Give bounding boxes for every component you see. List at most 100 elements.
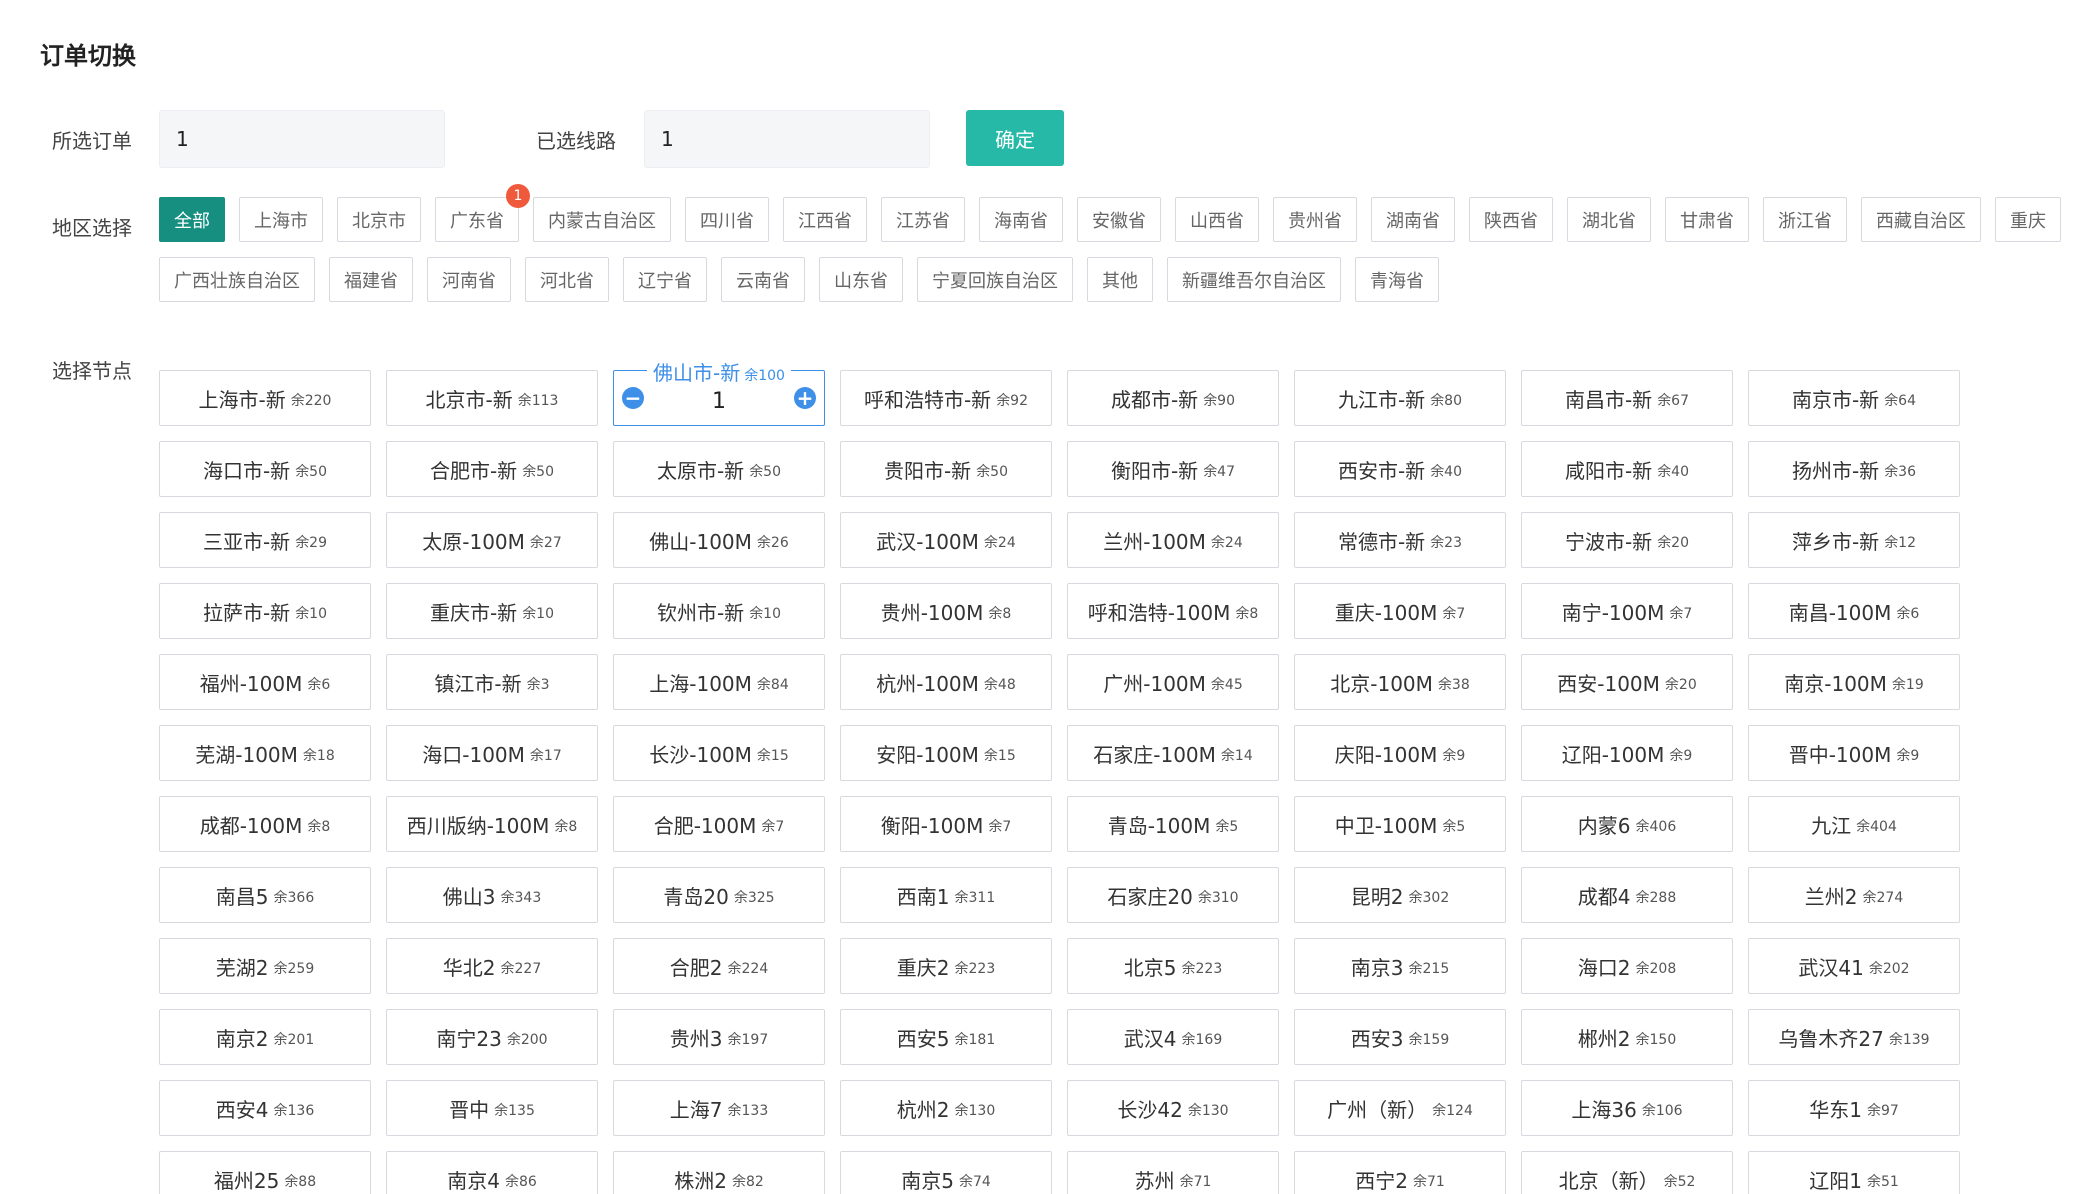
region-tag[interactable]: 内蒙古自治区 [533, 197, 671, 242]
node-item[interactable]: 海口-100M 余17 [386, 725, 598, 781]
region-tag[interactable]: 海南省 [979, 197, 1063, 242]
region-tag[interactable]: 湖北省 [1567, 197, 1651, 242]
node-item[interactable]: 长沙-100M 余15 [613, 725, 825, 781]
node-item[interactable]: 海口市-新 余50 [159, 441, 371, 497]
node-item[interactable]: 三亚市-新 余29 [159, 512, 371, 568]
node-item[interactable]: 辽阳1 余51 [1748, 1151, 1960, 1194]
region-tag[interactable]: 广西壮族自治区 [159, 257, 315, 302]
region-tag[interactable]: 青海省 [1355, 257, 1439, 302]
node-item[interactable]: 南京2 余201 [159, 1009, 371, 1065]
region-tag[interactable]: 重庆 [1995, 197, 2061, 242]
node-item[interactable]: 西宁2 余71 [1294, 1151, 1506, 1194]
region-tag[interactable]: 陕西省 [1469, 197, 1553, 242]
node-item[interactable]: 贵州-100M 余8 [840, 583, 1052, 639]
node-item[interactable]: 中卫-100M 余5 [1294, 796, 1506, 852]
region-tag[interactable]: 新疆维吾尔自治区 [1167, 257, 1341, 302]
node-item[interactable]: 钦州市-新 余10 [613, 583, 825, 639]
node-item[interactable]: 华北2 余227 [386, 938, 598, 994]
region-tag[interactable]: 江西省 [783, 197, 867, 242]
region-tag[interactable]: 河南省 [427, 257, 511, 302]
region-tag[interactable]: 河北省 [525, 257, 609, 302]
region-tag[interactable]: 山西省 [1175, 197, 1259, 242]
node-item[interactable]: 九江 余404 [1748, 796, 1960, 852]
node-item[interactable]: 南昌市-新 余67 [1521, 370, 1733, 426]
region-tag[interactable]: 江苏省 [881, 197, 965, 242]
node-item[interactable]: 贵州3 余197 [613, 1009, 825, 1065]
quantity-value[interactable]: 1 [712, 389, 726, 414]
region-tag[interactable]: 其他 [1087, 257, 1153, 302]
node-item[interactable]: 成都4 余288 [1521, 867, 1733, 923]
node-item[interactable]: 南京4 余86 [386, 1151, 598, 1194]
confirm-button[interactable]: 确定 [966, 110, 1064, 166]
region-tag[interactable]: 安徽省 [1077, 197, 1161, 242]
node-item[interactable]: 武汉-100M 余24 [840, 512, 1052, 568]
node-item[interactable]: 株洲2 余82 [613, 1151, 825, 1194]
node-item[interactable]: 郴州2 余150 [1521, 1009, 1733, 1065]
node-item[interactable]: 合肥-100M 余7 [613, 796, 825, 852]
plus-icon[interactable]: + [794, 387, 816, 409]
node-item[interactable]: 青岛20 余325 [613, 867, 825, 923]
region-tag[interactable]: 西藏自治区 [1861, 197, 1981, 242]
node-item[interactable]: 杭州2 余130 [840, 1080, 1052, 1136]
node-item[interactable]: 内蒙6 余406 [1521, 796, 1733, 852]
node-item[interactable]: 海口2 余208 [1521, 938, 1733, 994]
node-item[interactable]: 太原市-新 余50 [613, 441, 825, 497]
node-item[interactable]: 乌鲁木齐27 余139 [1748, 1009, 1960, 1065]
region-tag[interactable]: 云南省 [721, 257, 805, 302]
node-item[interactable]: 佛山3 余343 [386, 867, 598, 923]
node-item[interactable]: 庆阳-100M 余9 [1294, 725, 1506, 781]
node-item[interactable]: 苏州 余71 [1067, 1151, 1279, 1194]
node-item[interactable]: 上海市-新 余220 [159, 370, 371, 426]
node-item[interactable]: 长沙42 余130 [1067, 1080, 1279, 1136]
node-item[interactable]: 衡阳市-新 余47 [1067, 441, 1279, 497]
node-item[interactable]: 昆明2 余302 [1294, 867, 1506, 923]
node-item[interactable]: 南京-100M 余19 [1748, 654, 1960, 710]
node-item[interactable]: 武汉4 余169 [1067, 1009, 1279, 1065]
node-item[interactable]: 辽阳-100M 余9 [1521, 725, 1733, 781]
node-item[interactable]: 南昌5 余366 [159, 867, 371, 923]
node-item[interactable]: 上海-100M 余84 [613, 654, 825, 710]
region-tag[interactable]: 四川省 [685, 197, 769, 242]
node-item[interactable]: 北京市-新 余113 [386, 370, 598, 426]
region-tag[interactable]: 贵州省 [1273, 197, 1357, 242]
node-item[interactable]: 衡阳-100M 余7 [840, 796, 1052, 852]
node-item[interactable]: 芜湖2 余259 [159, 938, 371, 994]
node-item[interactable]: 石家庄20 余310 [1067, 867, 1279, 923]
node-item[interactable]: 咸阳市-新 余40 [1521, 441, 1733, 497]
node-item[interactable]: 芜湖-100M 余18 [159, 725, 371, 781]
region-tag[interactable]: 福建省 [329, 257, 413, 302]
node-item[interactable]: 拉萨市-新 余10 [159, 583, 371, 639]
node-item[interactable]: 上海36 余106 [1521, 1080, 1733, 1136]
node-item[interactable]: 镇江市-新 余3 [386, 654, 598, 710]
region-tag[interactable]: 山东省 [819, 257, 903, 302]
node-item[interactable]: 福州25 余88 [159, 1151, 371, 1194]
node-item[interactable]: 武汉41 余202 [1748, 938, 1960, 994]
node-item[interactable]: 呼和浩特市-新 余92 [840, 370, 1052, 426]
node-item[interactable]: 呼和浩特-100M 余8 [1067, 583, 1279, 639]
node-item[interactable]: 贵阳市-新 余50 [840, 441, 1052, 497]
node-item[interactable]: 南宁-100M 余7 [1521, 583, 1733, 639]
node-item[interactable]: 成都-100M 余8 [159, 796, 371, 852]
region-tag[interactable]: 甘肃省 [1665, 197, 1749, 242]
node-item[interactable]: 晋中-100M 余9 [1748, 725, 1960, 781]
node-item[interactable]: 合肥市-新 余50 [386, 441, 598, 497]
selected-line-input[interactable]: 1 [644, 110, 930, 168]
node-item[interactable]: 上海7 余133 [613, 1080, 825, 1136]
node-item[interactable]: 南京3 余215 [1294, 938, 1506, 994]
node-item[interactable]: 扬州市-新 余36 [1748, 441, 1960, 497]
node-item[interactable]: 安阳-100M 余15 [840, 725, 1052, 781]
node-item[interactable]: 重庆市-新 余10 [386, 583, 598, 639]
node-item-selected[interactable]: 佛山市-新 余100−1 + [613, 357, 825, 426]
node-item[interactable]: 西安市-新 余40 [1294, 441, 1506, 497]
node-item[interactable]: 西安3 余159 [1294, 1009, 1506, 1065]
node-item[interactable]: 南京市-新 余64 [1748, 370, 1960, 426]
region-tag[interactable]: 全部 [159, 197, 225, 242]
node-item[interactable]: 广州-100M 余45 [1067, 654, 1279, 710]
node-item[interactable]: 北京5 余223 [1067, 938, 1279, 994]
region-tag[interactable]: 湖南省 [1371, 197, 1455, 242]
node-item[interactable]: 晋中 余135 [386, 1080, 598, 1136]
node-item[interactable]: 常德市-新 余23 [1294, 512, 1506, 568]
node-item[interactable]: 兰州2 余274 [1748, 867, 1960, 923]
region-tag[interactable]: 宁夏回族自治区 [917, 257, 1073, 302]
node-item[interactable]: 宁波市-新 余20 [1521, 512, 1733, 568]
